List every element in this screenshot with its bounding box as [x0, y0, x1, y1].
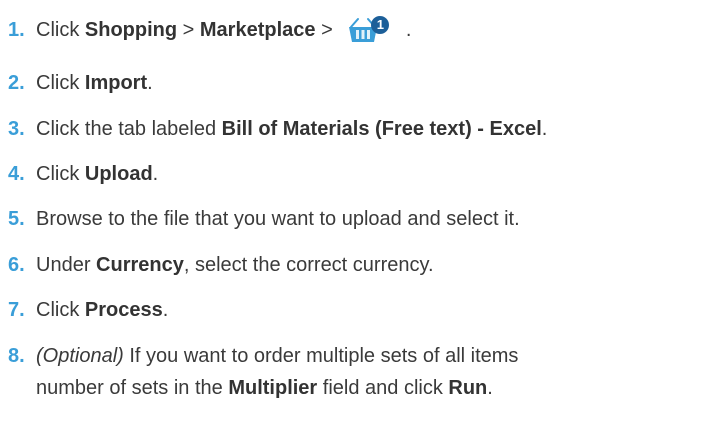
cart-badge: 1: [376, 17, 384, 32]
step-number: 8.: [8, 345, 25, 367]
step-text-part: Click: [36, 299, 85, 321]
step-number: 4.: [8, 163, 25, 185]
step-number: 5.: [8, 208, 25, 230]
step-text: (Optional) If you want to order multiple…: [36, 340, 518, 404]
step-text-part: .: [400, 19, 412, 41]
step-text: Browse to the file that you want to uplo…: [36, 203, 520, 235]
step-number: 6.: [8, 254, 25, 276]
step-text-part: Browse to the file that you want to uplo…: [36, 208, 520, 230]
button-upload: Upload: [84, 163, 153, 185]
step-text-part: Click: [36, 19, 85, 41]
step-text: Click Process.: [36, 294, 168, 326]
button-run: Run: [448, 377, 488, 399]
field-currency: Currency: [96, 254, 184, 276]
button-process: Process: [84, 299, 163, 321]
step-number: 1.: [8, 19, 25, 41]
step-text: Under Currency, select the correct curre…: [36, 249, 434, 281]
step-text: Click the tab labeled Bill of Materials …: [36, 113, 547, 145]
step-text-part: .: [147, 72, 153, 94]
optional-label: (Optional): [36, 345, 124, 367]
step-text-part: Click: [36, 163, 85, 185]
step-text-part: .: [487, 377, 493, 399]
tab-bill-of-materials: Bill of Materials (Free text) - Excel: [221, 118, 542, 140]
step-text-part: >: [177, 19, 200, 41]
button-import: Import: [84, 72, 148, 94]
menu-marketplace: Marketplace: [199, 19, 316, 41]
step-text-part: Click the tab labeled: [36, 118, 222, 140]
step-text-part: , select the correct currency.: [183, 254, 434, 276]
step-text-part: If you want to order multiple sets of al…: [123, 345, 519, 367]
step-text-part: .: [152, 163, 159, 185]
step-text: Click Import.: [36, 67, 153, 99]
step-text-part: .: [541, 118, 548, 140]
step-text-part: Under: [36, 254, 97, 276]
step-text-part: field and click: [317, 377, 449, 399]
step-text-part: Click: [36, 72, 85, 94]
step-number: 7.: [8, 299, 25, 321]
step-text: Click Shopping > Marketplace > 1 .: [36, 14, 411, 46]
step-number: 2.: [8, 72, 25, 94]
step-text-part: .: [162, 299, 169, 321]
menu-shopping: Shopping: [84, 19, 178, 41]
cart-icon: 1: [348, 16, 392, 44]
step-text-part: number of sets in the: [36, 377, 229, 399]
step-text: Click Upload.: [36, 158, 158, 190]
field-multiplier: Multiplier: [228, 377, 318, 399]
step-number: 3.: [8, 118, 25, 140]
step-text-part: >: [315, 19, 339, 41]
